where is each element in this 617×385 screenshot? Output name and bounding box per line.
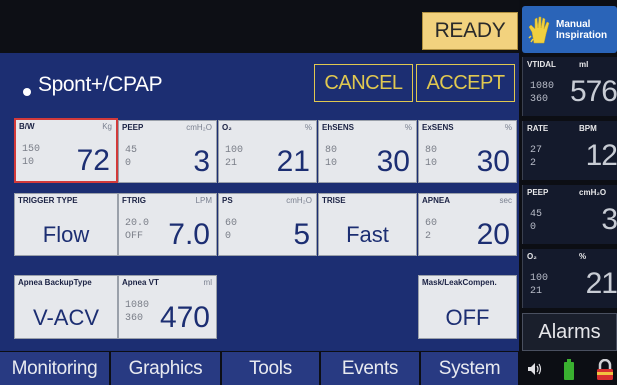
trigger-type-value: Flow: [42, 222, 90, 247]
vtidal-monitor: VTIDAL ml 1080 360 576: [522, 57, 617, 116]
trise-setting[interactable]: TRISE Fast: [318, 193, 417, 256]
apnea-value: 20: [476, 218, 510, 251]
speaker-icon: [528, 363, 542, 375]
manual-inspiration-button[interactable]: Manual Inspiration: [522, 6, 617, 53]
battery-icon: [564, 359, 574, 380]
ready-status: READY: [422, 12, 518, 50]
peep-monitor: PEEP cmH₂O 45 0 3: [522, 185, 617, 244]
trigger-type-setting[interactable]: TRIGGER TYPE Flow: [14, 193, 118, 256]
peep-setting[interactable]: PEEP cmH₂O 45 0 3: [118, 120, 217, 183]
apnea-vt-value: 470: [159, 301, 210, 334]
exsens-value: 30: [476, 145, 510, 178]
mode-label[interactable]: Spont+/CPAP: [38, 73, 163, 97]
mask-leak-compensation-value: OFF: [445, 305, 490, 330]
bw-setting[interactable]: B/W Kg 150 10 72: [14, 118, 118, 183]
tab-system[interactable]: System: [421, 352, 519, 385]
apnea-backup-type-setting[interactable]: Apnea BackupType V-ACV: [14, 275, 118, 339]
peep-monitor-value: 3: [601, 203, 617, 236]
trise-value: Fast: [346, 222, 389, 247]
o2-value: 21: [276, 145, 310, 178]
accept-button[interactable]: ACCEPT: [416, 64, 515, 102]
lock-icon[interactable]: [595, 359, 615, 381]
ps-value: 5: [293, 218, 310, 251]
manual-inspiration-label: Manual Inspiration: [556, 18, 608, 41]
o2-setting[interactable]: O₂ % 100 21 21: [218, 120, 317, 183]
apnea-vt-setting[interactable]: Apnea VT ml 1080 360 470: [118, 275, 217, 339]
cancel-button[interactable]: CANCEL: [314, 64, 413, 102]
mask-leak-compensation-setting[interactable]: Mask/LeakCompen. OFF: [418, 275, 517, 339]
o2-monitor: O₂ % 100 21 21: [522, 249, 617, 308]
alarms-button[interactable]: Alarms: [522, 313, 617, 351]
peep-value: 3: [193, 145, 210, 178]
hand-icon: [528, 16, 550, 43]
apnea-setting[interactable]: APNEA sec 60 2 20: [418, 193, 517, 256]
vtidal-value: 576: [569, 75, 617, 108]
apnea-backup-type-value: V-ACV: [32, 305, 100, 330]
mode-indicator-dot: [23, 88, 31, 96]
bw-value: 72: [76, 144, 110, 177]
ehsens-value: 30: [376, 145, 410, 178]
o2-monitor-value: 21: [585, 267, 617, 300]
tab-tools[interactable]: Tools: [222, 352, 320, 385]
tab-monitoring[interactable]: Monitoring: [0, 352, 110, 385]
ftrig-setting[interactable]: FTRIG LPM 20.0 OFF 7.0: [118, 193, 217, 256]
exsens-setting[interactable]: ExSENS % 80 10 30: [418, 120, 517, 183]
rate-value: 12: [585, 139, 617, 172]
ftrig-value: 7.0: [168, 218, 210, 251]
tab-events[interactable]: Events: [321, 352, 420, 385]
rate-monitor: RATE BPM 27 2 12: [522, 121, 617, 180]
ps-setting[interactable]: PS cmH₂O 60 0 5: [218, 193, 317, 256]
tab-graphics[interactable]: Graphics: [111, 352, 221, 385]
status-area: [519, 352, 617, 385]
ehsens-setting[interactable]: EhSENS % 80 10 30: [318, 120, 417, 183]
